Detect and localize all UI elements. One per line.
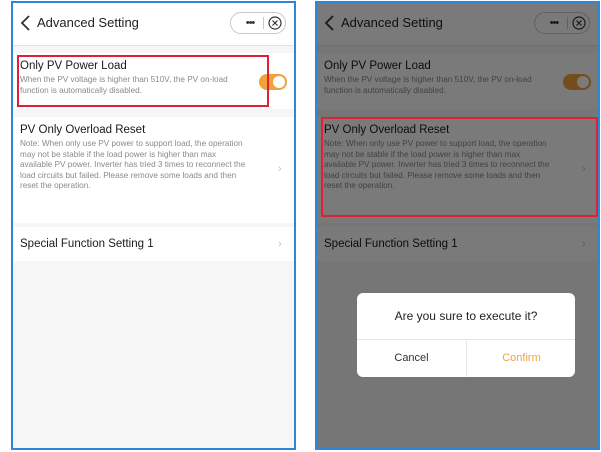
cancel-button[interactable]: Cancel: [357, 340, 466, 377]
chevron-right-icon: ›: [278, 238, 282, 250]
setting-title: Special Function Setting 1: [20, 238, 154, 250]
only-pv-power-load-toggle[interactable]: [259, 74, 287, 90]
left-screen: Advanced Setting ••• Only PV Power Load …: [11, 1, 296, 450]
more-icon[interactable]: •••: [241, 16, 259, 30]
setting-pv-only-overload-reset[interactable]: PV Only Overload Reset Note: When only u…: [13, 117, 294, 223]
confirm-dialog: Are you sure to execute it? Cancel Confi…: [357, 293, 575, 377]
modal-overlay: [317, 3, 598, 448]
dialog-message: Are you sure to execute it?: [394, 309, 538, 323]
right-screen: Advanced Setting ••• Only PV Power Load …: [315, 1, 600, 450]
setting-description: Note: When only use PV power to support …: [20, 139, 246, 190]
setting-only-pv-power-load: Only PV Power Load When the PV voltage i…: [13, 53, 294, 109]
setting-special-function-1[interactable]: Special Function Setting 1 ›: [13, 227, 294, 261]
back-icon[interactable]: [19, 15, 33, 31]
chevron-right-icon: ›: [278, 163, 282, 175]
setting-description: When the PV voltage is higher than 510V,…: [20, 75, 228, 95]
toggle-knob: [273, 76, 285, 88]
header-bar: Advanced Setting •••: [13, 3, 294, 46]
close-icon[interactable]: [267, 15, 283, 31]
setting-title: Only PV Power Load: [20, 60, 127, 72]
confirm-button[interactable]: Confirm: [467, 340, 575, 377]
setting-title: PV Only Overload Reset: [20, 124, 146, 136]
page-title: Advanced Setting: [37, 15, 139, 30]
mini-program-capsule: •••: [230, 12, 286, 34]
capsule-divider: [263, 17, 264, 29]
